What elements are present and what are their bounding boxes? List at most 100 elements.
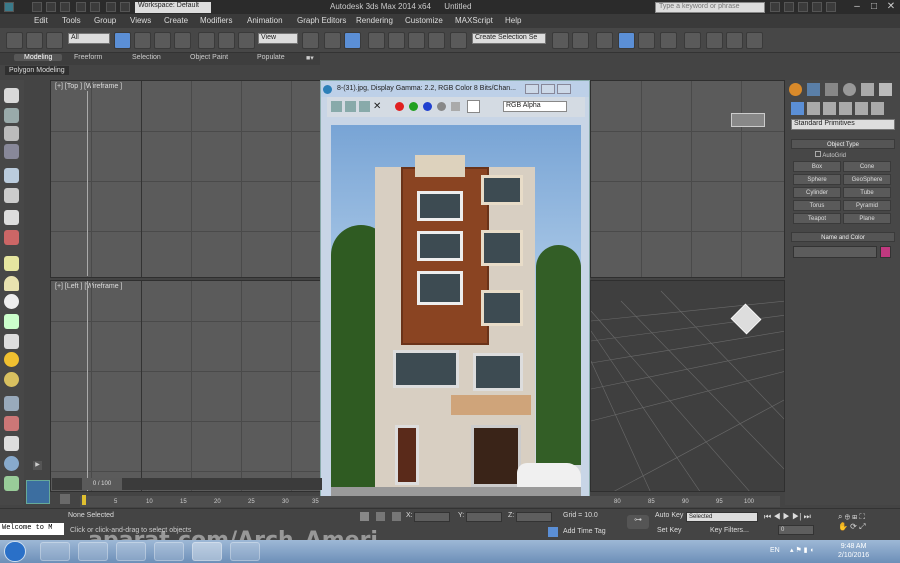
torus-button[interactable]: Torus (793, 200, 841, 211)
tray-icons[interactable]: ▴ ⚑ ▮ ◖ (790, 546, 830, 556)
plane-button[interactable]: Plane (843, 213, 891, 224)
motion-icon[interactable] (4, 210, 19, 225)
time-tag-icon[interactable] (548, 527, 558, 537)
search-icon[interactable] (770, 2, 780, 12)
add-time-tag-button[interactable]: Add Time Tag (563, 528, 606, 535)
curve-editor-icon[interactable] (638, 32, 655, 49)
named-selection-dropdown[interactable]: Create Selection Se (472, 33, 546, 44)
image-maximize-button[interactable] (541, 84, 555, 94)
tab-populate[interactable]: Populate (257, 54, 285, 61)
grid-icon[interactable] (4, 144, 19, 159)
z-coordinate-field[interactable] (516, 512, 552, 522)
subscription-icon[interactable] (784, 2, 794, 12)
window-crossing-icon[interactable] (174, 32, 191, 49)
utilities-tab-icon[interactable] (879, 83, 892, 96)
move-icon[interactable] (198, 32, 215, 49)
absolute-mode-icon[interactable] (392, 512, 401, 521)
menu-maxscript[interactable]: MAXScript (455, 16, 493, 25)
geometry-icon[interactable] (791, 102, 804, 115)
spinner-snap-icon[interactable] (428, 32, 445, 49)
object-color-swatch[interactable] (880, 246, 891, 258)
rendered-frame-window-icon[interactable] (726, 32, 743, 49)
select-object-icon[interactable] (114, 32, 131, 49)
cylinder-button[interactable]: Cylinder (793, 187, 841, 198)
green-channel-icon[interactable] (409, 102, 418, 111)
percent-snap-icon[interactable] (408, 32, 425, 49)
modify-tab-icon[interactable] (807, 83, 820, 96)
top-viewport-label[interactable]: [+] [Top ] [Wireframe ] (55, 83, 122, 90)
primitive-category-dropdown[interactable]: Standard Primitives (791, 119, 895, 130)
new-file-icon[interactable] (32, 2, 42, 12)
left-viewport[interactable]: [+] [Left ] [Wireframe ] (50, 280, 322, 492)
select-link-icon[interactable] (6, 32, 23, 49)
rotate-icon[interactable] (218, 32, 235, 49)
cloud-icon[interactable] (4, 88, 19, 103)
pivot-center-icon[interactable] (302, 32, 319, 49)
playback-controls[interactable]: ⏮ ◀ ▶ ▶| ⏭ (764, 512, 834, 522)
object-type-rollout[interactable]: Object Type (791, 139, 895, 149)
alpha-channel-icon[interactable] (437, 102, 446, 111)
image-close-button[interactable] (557, 84, 571, 94)
expand-icon[interactable]: ▶ (33, 461, 42, 470)
ie-task-icon[interactable] (40, 542, 70, 561)
scene-explorer-icon[interactable] (4, 168, 19, 183)
autogrid-checkbox[interactable]: AutoGrid (815, 151, 846, 159)
hold-icon[interactable] (106, 2, 116, 12)
viewport-layout-icon[interactable] (26, 480, 50, 504)
particle-icon[interactable] (4, 396, 19, 411)
menu-modifiers[interactable]: Modifiers (200, 16, 232, 25)
cone-icon[interactable] (4, 334, 19, 349)
select-by-name-icon[interactable] (134, 32, 151, 49)
schematic-view-icon[interactable] (660, 32, 677, 49)
front-viewport[interactable] (590, 80, 785, 278)
search-input[interactable]: Type a keyword or phrase (655, 2, 765, 13)
teapot-button[interactable]: Teapot (793, 213, 841, 224)
dome-icon[interactable] (4, 276, 19, 291)
tab-freeform[interactable]: Freeform (74, 54, 102, 61)
name-and-color-rollout[interactable]: Name and Color (791, 232, 895, 242)
sphere-icon[interactable] (4, 294, 19, 309)
save-file-icon[interactable] (60, 2, 70, 12)
scale-icon[interactable] (238, 32, 255, 49)
set-key-icon[interactable]: ⊶ (627, 515, 649, 529)
perspective-viewport[interactable] (590, 280, 785, 492)
material-editor-icon[interactable] (684, 32, 701, 49)
workspace-dropdown[interactable]: Workspace: Default (135, 2, 211, 13)
language-indicator[interactable]: EN (770, 547, 780, 554)
layer-manager-icon[interactable] (596, 32, 613, 49)
menu-rendering[interactable]: Rendering (356, 16, 393, 25)
left-viewport-label[interactable]: [+] [Left ] [Wireframe ] (55, 283, 123, 290)
tab-selection[interactable]: Selection (132, 54, 161, 61)
lights-icon[interactable] (823, 102, 836, 115)
camera-icon[interactable] (4, 436, 19, 451)
menu-views[interactable]: Views (130, 16, 151, 25)
start-button[interactable] (4, 541, 26, 562)
snaps-toggle-icon[interactable] (368, 32, 385, 49)
selection-filter-dropdown[interactable]: All (68, 33, 110, 44)
visual-studio-task-icon[interactable] (154, 542, 184, 561)
hierarchy-icon[interactable] (4, 188, 19, 203)
lock-icon[interactable] (360, 512, 369, 521)
torus-icon[interactable] (4, 314, 19, 329)
shapes-icon[interactable] (807, 102, 820, 115)
top-viewport[interactable]: [+] [Top ] [Wireframe ] (50, 80, 322, 278)
align-icon[interactable] (572, 32, 589, 49)
sphere-button[interactable]: Sphere (793, 174, 841, 185)
list-icon[interactable] (4, 126, 19, 141)
polygon-modeling-panel[interactable]: Polygon Modeling (5, 66, 69, 75)
viewport-navigation-controls[interactable]: ⌕ ⊕ ⊞ ⛶ ✋ ⟳ ⤢ (838, 512, 898, 538)
display-tab-icon[interactable] (861, 83, 874, 96)
helpers-icon[interactable] (855, 102, 868, 115)
menu-customize[interactable]: Customize (405, 16, 443, 25)
viewcube-icon[interactable] (731, 113, 765, 127)
maxscript-listener[interactable]: Welcome to M (0, 523, 64, 535)
box-button[interactable]: Box (793, 161, 841, 172)
channel-select[interactable]: RGB Alpha (503, 101, 567, 112)
image-minimize-button[interactable] (525, 84, 539, 94)
open-file-icon[interactable] (46, 2, 56, 12)
save-image-icon[interactable] (331, 101, 342, 112)
mirror-icon[interactable] (552, 32, 569, 49)
swatch-icon[interactable] (467, 100, 480, 113)
bind-spacewarp-icon[interactable] (46, 32, 63, 49)
close-button[interactable]: ✕ (879, 0, 900, 14)
